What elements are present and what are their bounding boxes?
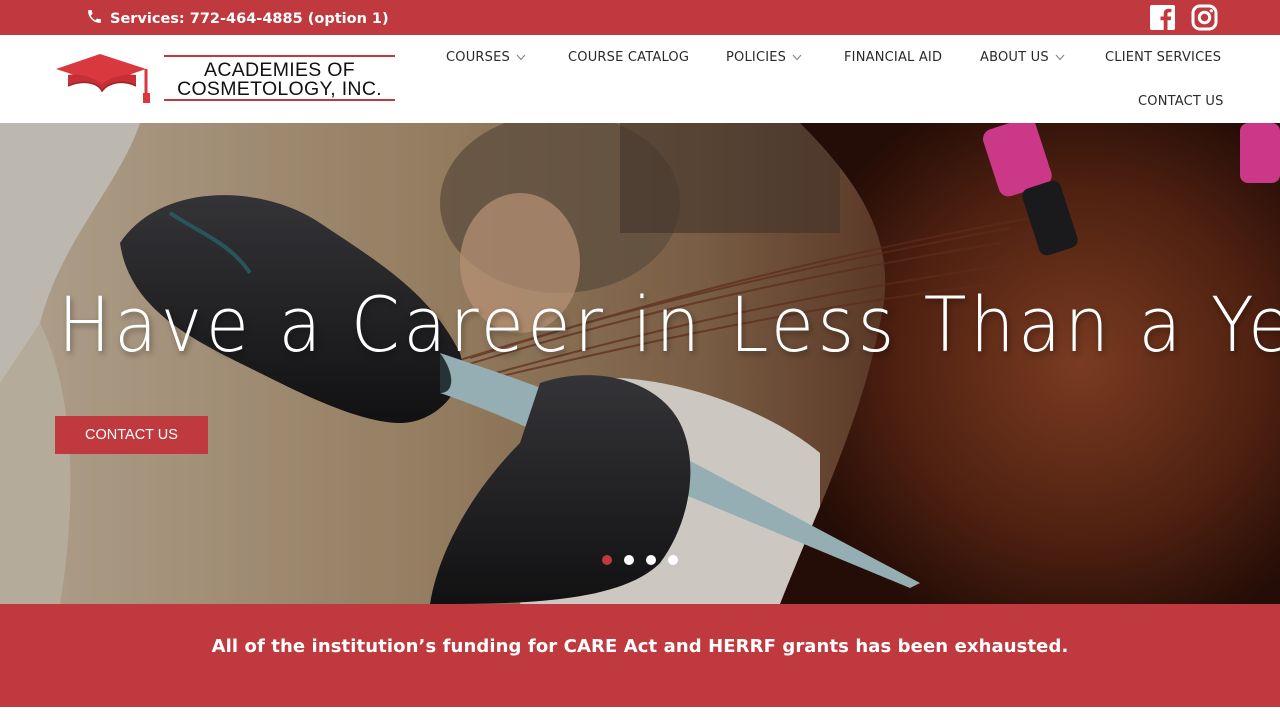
hero-slider: Have a Career in Less Than a Year! CONTA…: [0, 123, 1280, 604]
nav-label: CLIENT SERVICES: [1105, 50, 1222, 65]
page-bottom: [0, 707, 1280, 720]
chevron-down-icon: [516, 50, 526, 65]
nav-item-client-services[interactable]: CLIENT SERVICES: [1105, 50, 1221, 65]
instagram-icon[interactable]: [1191, 4, 1218, 31]
site-header: ACADEMIES OF COSMETOLOGY, INC. COURSES C…: [0, 35, 1280, 123]
main-nav: COURSES COURSE CATALOG POLICIES FINANCIA…: [0, 35, 1280, 123]
chevron-down-icon: [792, 50, 802, 65]
nav-label: ABOUT US: [980, 50, 1049, 65]
notice-banner: All of the institution’s funding for CAR…: [0, 604, 1280, 707]
nav-label: POLICIES: [726, 50, 787, 65]
top-bar: Services: 772-464-4885 (option 1): [0, 0, 1280, 35]
facebook-icon[interactable]: [1149, 4, 1176, 31]
nav-label: FINANCIAL AID: [844, 50, 943, 65]
nav-label: COURSE CATALOG: [568, 50, 690, 65]
nav-item-contact-us[interactable]: CONTACT US: [1138, 94, 1224, 109]
slider-dots: [602, 555, 678, 565]
slider-dot-3[interactable]: [646, 555, 656, 565]
phone-text: Services: 772-464-4885 (option 1): [110, 10, 389, 27]
nav-item-policies[interactable]: POLICIES: [726, 50, 802, 65]
nav-label: CONTACT US: [1138, 94, 1224, 109]
social-links: [1149, 4, 1218, 31]
phone-icon: [86, 8, 103, 29]
hero-title: Have a Career in Less Than a Year!: [58, 280, 1280, 369]
slider-dot-1[interactable]: [602, 555, 612, 565]
slider-dot-2[interactable]: [624, 555, 634, 565]
phone-link[interactable]: Services: 772-464-4885 (option 1): [86, 8, 389, 29]
chevron-down-icon: [1055, 50, 1065, 65]
nav-label: COURSES: [446, 50, 510, 65]
notice-text: All of the institution’s funding for CAR…: [211, 636, 1069, 657]
nav-item-courses[interactable]: COURSES: [446, 50, 526, 65]
nav-item-course-catalog[interactable]: COURSE CATALOG: [568, 50, 689, 65]
nav-item-about-us[interactable]: ABOUT US: [980, 50, 1065, 65]
hero-contact-button[interactable]: CONTACT US: [55, 416, 208, 454]
nav-item-financial-aid[interactable]: FINANCIAL AID: [844, 50, 942, 65]
slider-dot-4[interactable]: [668, 555, 678, 565]
